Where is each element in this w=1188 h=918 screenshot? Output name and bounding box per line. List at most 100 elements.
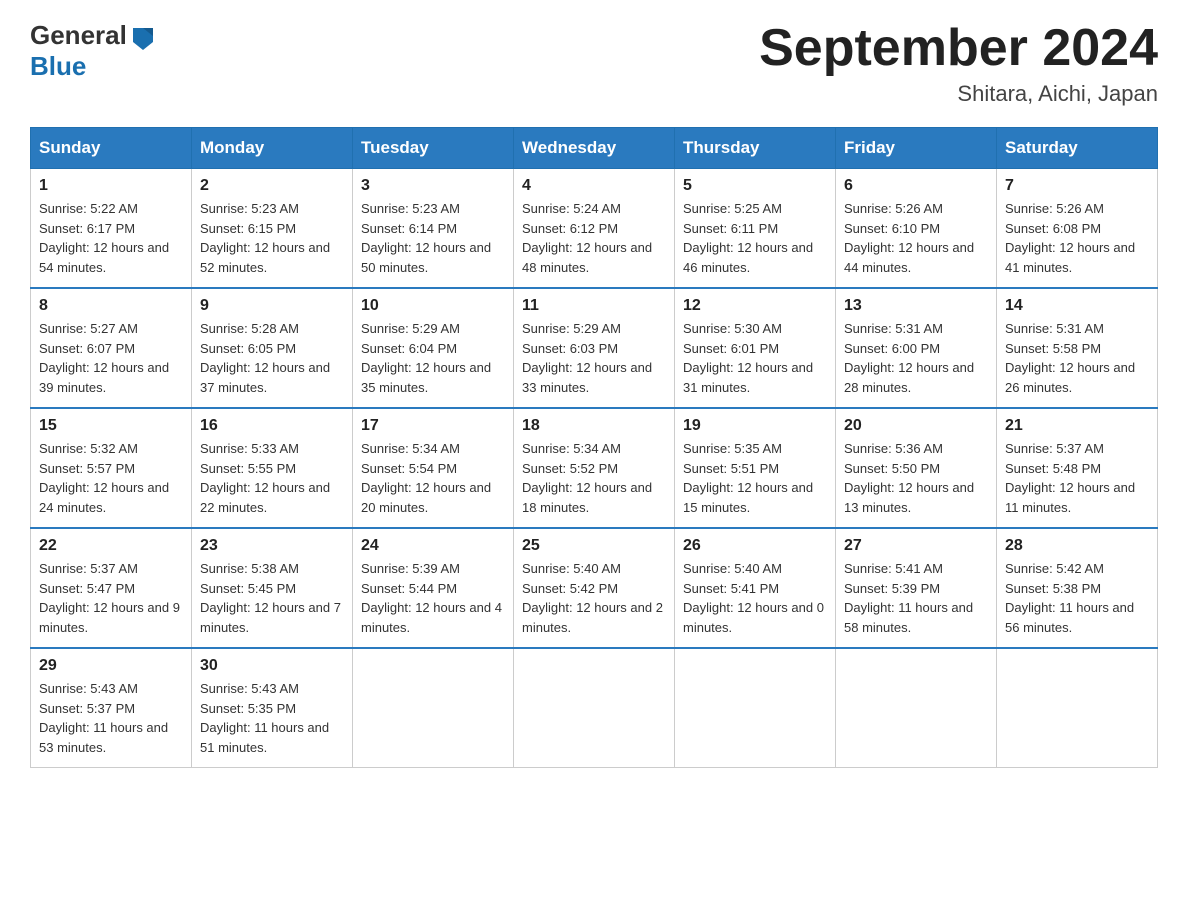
calendar-week-row: 15 Sunrise: 5:32 AMSunset: 5:57 PMDayligh… bbox=[31, 408, 1158, 528]
day-number: 26 bbox=[683, 537, 827, 555]
day-info: Sunrise: 5:31 AMSunset: 6:00 PMDaylight:… bbox=[844, 319, 988, 397]
calendar-cell bbox=[997, 648, 1158, 768]
calendar-title: September 2024 bbox=[759, 20, 1158, 77]
day-info: Sunrise: 5:43 AMSunset: 5:35 PMDaylight:… bbox=[200, 679, 344, 757]
calendar-cell: 30 Sunrise: 5:43 AMSunset: 5:35 PMDayligh… bbox=[192, 648, 353, 768]
day-info: Sunrise: 5:30 AMSunset: 6:01 PMDaylight:… bbox=[683, 319, 827, 397]
calendar-cell bbox=[675, 648, 836, 768]
day-number: 17 bbox=[361, 417, 505, 435]
day-info: Sunrise: 5:36 AMSunset: 5:50 PMDaylight:… bbox=[844, 439, 988, 517]
day-number: 22 bbox=[39, 537, 183, 555]
day-number: 13 bbox=[844, 297, 988, 315]
calendar-cell: 20 Sunrise: 5:36 AMSunset: 5:50 PMDayligh… bbox=[836, 408, 997, 528]
calendar-cell: 10 Sunrise: 5:29 AMSunset: 6:04 PMDayligh… bbox=[353, 288, 514, 408]
day-info: Sunrise: 5:37 AMSunset: 5:48 PMDaylight:… bbox=[1005, 439, 1149, 517]
calendar-cell: 25 Sunrise: 5:40 AMSunset: 5:42 PMDayligh… bbox=[514, 528, 675, 648]
day-header-sunday: Sunday bbox=[31, 128, 192, 169]
day-number: 14 bbox=[1005, 297, 1149, 315]
day-header-thursday: Thursday bbox=[675, 128, 836, 169]
day-number: 25 bbox=[522, 537, 666, 555]
days-header-row: SundayMondayTuesdayWednesdayThursdayFrid… bbox=[31, 128, 1158, 169]
day-info: Sunrise: 5:22 AMSunset: 6:17 PMDaylight:… bbox=[39, 199, 183, 277]
day-header-wednesday: Wednesday bbox=[514, 128, 675, 169]
day-number: 30 bbox=[200, 657, 344, 675]
calendar-cell: 5 Sunrise: 5:25 AMSunset: 6:11 PMDaylight… bbox=[675, 169, 836, 289]
calendar-cell: 3Sunrise: 5:23 AMSunset: 6:14 PMDaylight… bbox=[353, 169, 514, 289]
day-info: Sunrise: 5:41 AMSunset: 5:39 PMDaylight:… bbox=[844, 559, 988, 637]
day-info: Sunrise: 5:26 AMSunset: 6:10 PMDaylight:… bbox=[844, 199, 988, 277]
calendar-subtitle: Shitara, Aichi, Japan bbox=[759, 81, 1158, 107]
day-info: Sunrise: 5:26 AMSunset: 6:08 PMDaylight:… bbox=[1005, 199, 1149, 277]
day-header-tuesday: Tuesday bbox=[353, 128, 514, 169]
calendar-cell: 17Sunrise: 5:34 AMSunset: 5:54 PMDayligh… bbox=[353, 408, 514, 528]
day-header-monday: Monday bbox=[192, 128, 353, 169]
day-number: 8 bbox=[39, 297, 183, 315]
day-number: 5 bbox=[683, 177, 827, 195]
day-number: 12 bbox=[683, 297, 827, 315]
calendar-cell: 13 Sunrise: 5:31 AMSunset: 6:00 PMDayligh… bbox=[836, 288, 997, 408]
day-number: 29 bbox=[39, 657, 183, 675]
calendar-cell: 28 Sunrise: 5:42 AMSunset: 5:38 PMDayligh… bbox=[997, 528, 1158, 648]
day-number: 15 bbox=[39, 417, 183, 435]
calendar-cell bbox=[514, 648, 675, 768]
calendar-cell: 27 Sunrise: 5:41 AMSunset: 5:39 PMDayligh… bbox=[836, 528, 997, 648]
day-info: Sunrise: 5:42 AMSunset: 5:38 PMDaylight:… bbox=[1005, 559, 1149, 637]
day-info: Sunrise: 5:38 AMSunset: 5:45 PMDaylight:… bbox=[200, 559, 344, 637]
day-number: 24 bbox=[361, 537, 505, 555]
day-number: 23 bbox=[200, 537, 344, 555]
day-info: Sunrise: 5:25 AMSunset: 6:11 PMDaylight:… bbox=[683, 199, 827, 277]
day-number: 27 bbox=[844, 537, 988, 555]
day-info: Sunrise: 5:40 AMSunset: 5:41 PMDaylight:… bbox=[683, 559, 827, 637]
calendar-cell: 4 Sunrise: 5:24 AMSunset: 6:12 PMDaylight… bbox=[514, 169, 675, 289]
calendar-cell: 9 Sunrise: 5:28 AMSunset: 6:05 PMDaylight… bbox=[192, 288, 353, 408]
day-info: Sunrise: 5:40 AMSunset: 5:42 PMDaylight:… bbox=[522, 559, 666, 637]
calendar-cell bbox=[836, 648, 997, 768]
calendar-cell: 6Sunrise: 5:26 AMSunset: 6:10 PMDaylight… bbox=[836, 169, 997, 289]
day-info: Sunrise: 5:37 AMSunset: 5:47 PMDaylight:… bbox=[39, 559, 183, 637]
day-info: Sunrise: 5:35 AMSunset: 5:51 PMDaylight:… bbox=[683, 439, 827, 517]
calendar-cell bbox=[353, 648, 514, 768]
day-info: Sunrise: 5:27 AMSunset: 6:07 PMDaylight:… bbox=[39, 319, 183, 397]
title-area: September 2024 Shitara, Aichi, Japan bbox=[759, 20, 1158, 107]
day-number: 4 bbox=[522, 177, 666, 195]
day-number: 16 bbox=[200, 417, 344, 435]
calendar-cell: 2 Sunrise: 5:23 AMSunset: 6:15 PMDaylight… bbox=[192, 169, 353, 289]
day-info: Sunrise: 5:34 AMSunset: 5:52 PMDaylight:… bbox=[522, 439, 666, 517]
calendar-cell: 15 Sunrise: 5:32 AMSunset: 5:57 PMDayligh… bbox=[31, 408, 192, 528]
logo: General Blue bbox=[30, 20, 157, 82]
day-number: 10 bbox=[361, 297, 505, 315]
calendar-cell: 22 Sunrise: 5:37 AMSunset: 5:47 PMDayligh… bbox=[31, 528, 192, 648]
day-header-saturday: Saturday bbox=[997, 128, 1158, 169]
calendar-cell: 16Sunrise: 5:33 AMSunset: 5:55 PMDayligh… bbox=[192, 408, 353, 528]
day-info: Sunrise: 5:29 AMSunset: 6:04 PMDaylight:… bbox=[361, 319, 505, 397]
logo-blue-text: Blue bbox=[30, 51, 86, 82]
day-info: Sunrise: 5:32 AMSunset: 5:57 PMDaylight:… bbox=[39, 439, 183, 517]
calendar-cell: 18 Sunrise: 5:34 AMSunset: 5:52 PMDayligh… bbox=[514, 408, 675, 528]
calendar-cell: 29Sunrise: 5:43 AMSunset: 5:37 PMDayligh… bbox=[31, 648, 192, 768]
calendar-week-row: 8 Sunrise: 5:27 AMSunset: 6:07 PMDaylight… bbox=[31, 288, 1158, 408]
day-number: 21 bbox=[1005, 417, 1149, 435]
calendar-cell: 24 Sunrise: 5:39 AMSunset: 5:44 PMDayligh… bbox=[353, 528, 514, 648]
calendar-week-row: 1Sunrise: 5:22 AMSunset: 6:17 PMDaylight… bbox=[31, 169, 1158, 289]
day-number: 11 bbox=[522, 297, 666, 315]
day-info: Sunrise: 5:39 AMSunset: 5:44 PMDaylight:… bbox=[361, 559, 505, 637]
calendar-cell: 1Sunrise: 5:22 AMSunset: 6:17 PMDaylight… bbox=[31, 169, 192, 289]
day-number: 20 bbox=[844, 417, 988, 435]
day-number: 28 bbox=[1005, 537, 1149, 555]
day-number: 18 bbox=[522, 417, 666, 435]
day-number: 2 bbox=[200, 177, 344, 195]
calendar-cell: 23 Sunrise: 5:38 AMSunset: 5:45 PMDayligh… bbox=[192, 528, 353, 648]
day-info: Sunrise: 5:29 AMSunset: 6:03 PMDaylight:… bbox=[522, 319, 666, 397]
day-info: Sunrise: 5:23 AMSunset: 6:14 PMDaylight:… bbox=[361, 199, 505, 277]
calendar-cell: 14 Sunrise: 5:31 AMSunset: 5:58 PMDayligh… bbox=[997, 288, 1158, 408]
day-number: 9 bbox=[200, 297, 344, 315]
day-info: Sunrise: 5:31 AMSunset: 5:58 PMDaylight:… bbox=[1005, 319, 1149, 397]
day-number: 7 bbox=[1005, 177, 1149, 195]
day-header-friday: Friday bbox=[836, 128, 997, 169]
calendar-cell: 7 Sunrise: 5:26 AMSunset: 6:08 PMDaylight… bbox=[997, 169, 1158, 289]
day-info: Sunrise: 5:23 AMSunset: 6:15 PMDaylight:… bbox=[200, 199, 344, 277]
day-number: 19 bbox=[683, 417, 827, 435]
day-info: Sunrise: 5:28 AMSunset: 6:05 PMDaylight:… bbox=[200, 319, 344, 397]
logo-general-text: General bbox=[30, 20, 127, 51]
day-info: Sunrise: 5:24 AMSunset: 6:12 PMDaylight:… bbox=[522, 199, 666, 277]
